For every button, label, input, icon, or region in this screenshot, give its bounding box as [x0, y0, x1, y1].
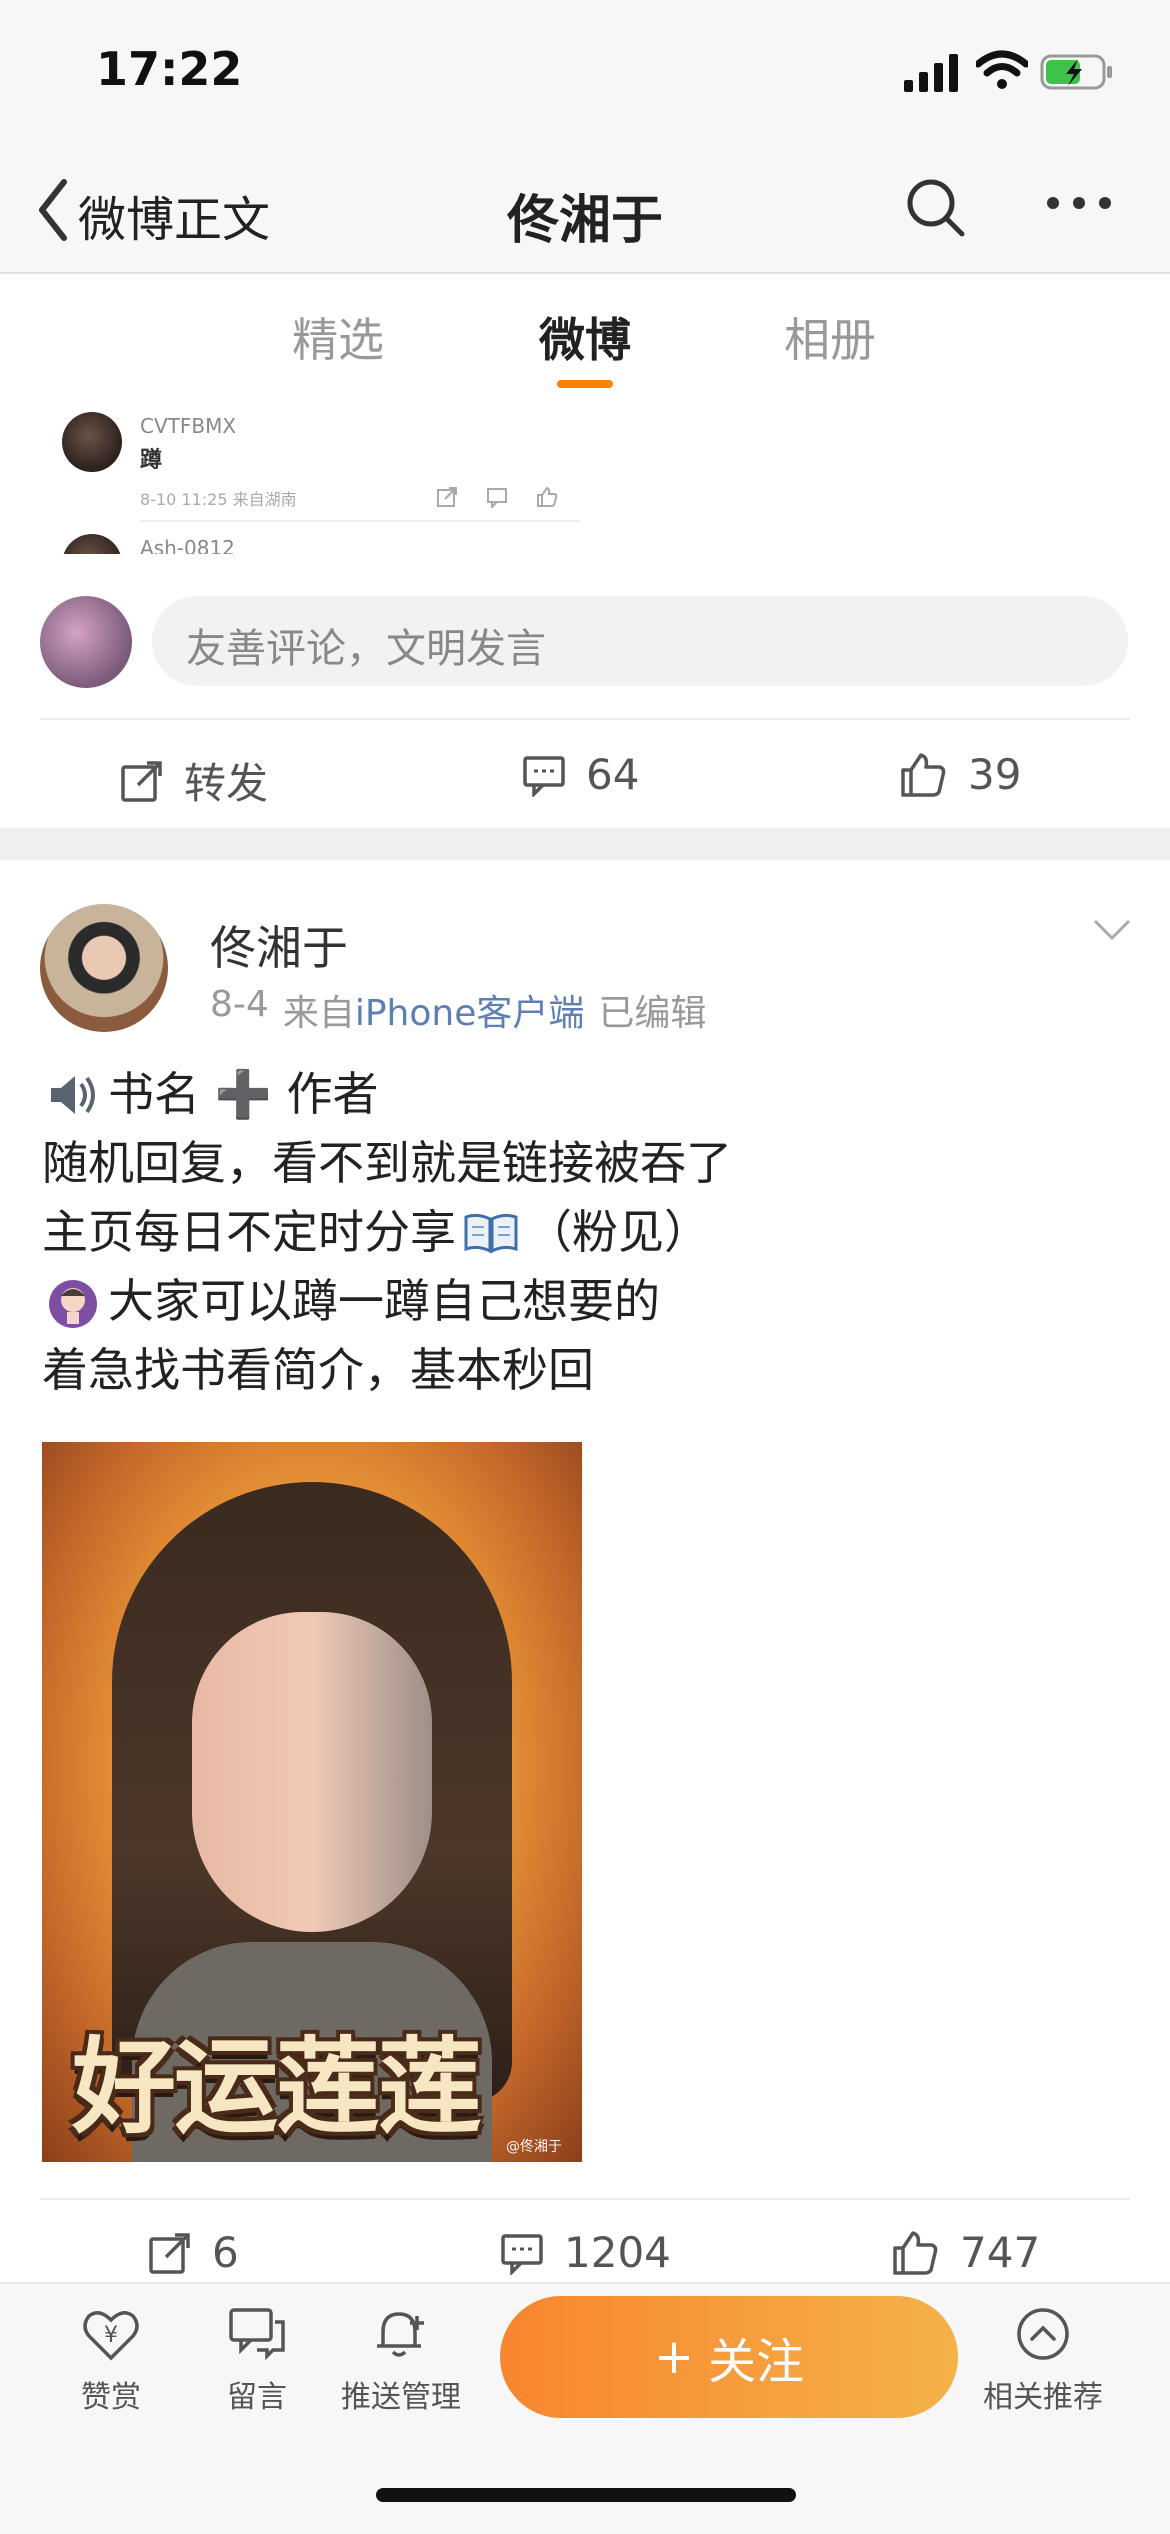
- more-icon[interactable]: [1046, 196, 1112, 210]
- search-icon[interactable]: [904, 176, 968, 240]
- bell-plus-icon: [377, 2312, 424, 2357]
- previous-post-actions: 转发 64 39: [0, 724, 1170, 824]
- related-button[interactable]: 相关推荐: [978, 2306, 1108, 2416]
- repost-icon: [121, 760, 162, 802]
- avatar[interactable]: [62, 534, 122, 554]
- divider: [40, 2198, 1130, 2200]
- post-line-text: 着急找书看简介，基本秒回: [42, 1343, 594, 1397]
- post-like-button[interactable]: 747: [892, 2228, 1040, 2277]
- battery-icon: [1040, 54, 1112, 90]
- reward-button[interactable]: ¥ 赞赏: [46, 2306, 176, 2416]
- likes-count: 747: [960, 2228, 1041, 2277]
- comments-count: 1204: [564, 2228, 671, 2277]
- current-user-avatar: [40, 596, 132, 688]
- avatar[interactable]: [62, 412, 122, 472]
- message-button[interactable]: 留言: [192, 2306, 322, 2416]
- post-line: 书名 ➕ 作者: [42, 1060, 732, 1129]
- post-meta: 8-4 来自 iPhone客户端 已编辑: [210, 984, 706, 1036]
- plus-icon: +: [653, 2329, 695, 2385]
- status-bar: 17:22: [0, 0, 1170, 150]
- post-line-text: 书名 ➕ 作者: [108, 1067, 379, 1121]
- like-icon: [901, 752, 946, 797]
- comments-count: 64: [586, 750, 640, 799]
- post-line: 随机回复，看不到就是链接被吞了: [42, 1129, 732, 1198]
- comment-text: 蹲: [140, 448, 163, 473]
- post-line-text: （粉见）: [526, 1205, 710, 1259]
- comments-button[interactable]: 64: [522, 750, 639, 799]
- divider: [40, 718, 1130, 720]
- post-source[interactable]: iPhone客户端: [355, 984, 585, 1036]
- like-button[interactable]: 39: [900, 750, 1021, 799]
- status-time: 17:22: [96, 42, 243, 96]
- page-title: 佟湘于: [506, 191, 663, 251]
- post-line-text: 随机回复，看不到就是链接被吞了: [42, 1136, 732, 1190]
- repost-button[interactable]: 转发: [120, 750, 268, 811]
- edited-label: 已编辑: [598, 993, 707, 1034]
- tab-featured[interactable]: 精选: [238, 304, 438, 370]
- chevron-down-icon[interactable]: [1092, 918, 1132, 942]
- tab-album[interactable]: 相册: [730, 304, 930, 370]
- comment-preview: CVTFBMX 蹲 8-10 11:25 来自湖南 Ash-0812: [0, 394, 1170, 554]
- reward-label: 赞赏: [81, 2380, 141, 2415]
- post-text: 书名 ➕ 作者 随机回复，看不到就是链接被吞了 主页每日不定时分享 （粉见） 大…: [42, 1060, 732, 1405]
- home-indicator[interactable]: [376, 2488, 796, 2502]
- book-icon: [460, 1206, 522, 1260]
- comment-icon[interactable]: [486, 486, 508, 508]
- post-line-text: 大家可以蹲一蹲自己想要的: [108, 1274, 660, 1328]
- push-settings-button[interactable]: 推送管理: [336, 2306, 466, 2416]
- author-avatar[interactable]: [40, 904, 168, 1032]
- commenter-name[interactable]: CVTFBMX: [140, 414, 236, 438]
- tab-weibo[interactable]: 微博: [485, 304, 685, 370]
- tab-bar: 精选 微博 相册: [0, 272, 1170, 394]
- image-caption: 好运莲莲: [72, 2026, 482, 2148]
- tab-indicator: [557, 380, 613, 388]
- post-line-text: 主页每日不定时分享: [42, 1205, 456, 1259]
- message-label: 留言: [227, 2380, 287, 2415]
- image-watermark: @佟湘于: [506, 2139, 562, 2155]
- post-image[interactable]: 好运莲莲 @佟湘于: [42, 1442, 582, 2162]
- comment-icon: [523, 755, 565, 797]
- signal-icon: [904, 54, 958, 92]
- svg-text:¥: ¥: [104, 2323, 118, 2348]
- like-icon: [893, 2230, 938, 2275]
- like-icon[interactable]: [536, 486, 558, 508]
- nav-bar: 微博正文 佟湘于: [0, 150, 1170, 274]
- repost-label: 转发: [184, 759, 269, 808]
- post-repost-button[interactable]: 6: [148, 2228, 239, 2277]
- wifi-icon: [976, 50, 1028, 89]
- person-emoji-icon: [42, 1275, 104, 1329]
- author-name[interactable]: 佟湘于: [210, 912, 348, 978]
- post-line: 主页每日不定时分享 （粉见）: [42, 1198, 732, 1267]
- reposts-count: 6: [212, 2228, 239, 2277]
- follow-label: 关注: [708, 2334, 805, 2390]
- feed-separator: [0, 828, 1170, 860]
- post-from: 来自: [282, 993, 355, 1034]
- speaker-icon: [42, 1068, 104, 1122]
- image-figure-face: [192, 1612, 432, 1932]
- repost-icon: [149, 2232, 190, 2274]
- related-label: 相关推荐: [983, 2380, 1103, 2415]
- post-comments-button[interactable]: 1204: [500, 2228, 671, 2277]
- repost-icon[interactable]: [436, 486, 458, 508]
- comment-divider: [140, 520, 580, 522]
- message-icon: [229, 2308, 285, 2361]
- comment-icon: [501, 2233, 543, 2275]
- chevron-up-circle-icon: [1017, 2308, 1069, 2360]
- push-settings-label: 推送管理: [341, 2380, 461, 2415]
- post-line: 着急找书看简介，基本秒回: [42, 1336, 732, 1405]
- reward-heart-icon: ¥: [83, 2311, 139, 2361]
- likes-count: 39: [968, 750, 1022, 799]
- post-line: 大家可以蹲一蹲自己想要的: [42, 1267, 732, 1336]
- post-date: 8-4: [210, 984, 269, 1025]
- follow-button[interactable]: + 关注: [500, 2296, 958, 2418]
- commenter-name[interactable]: Ash-0812: [140, 536, 235, 554]
- comment-meta: 8-10 11:25 来自湖南: [140, 490, 297, 509]
- comment-input-placeholder[interactable]: 友善评论，文明发言: [186, 616, 546, 674]
